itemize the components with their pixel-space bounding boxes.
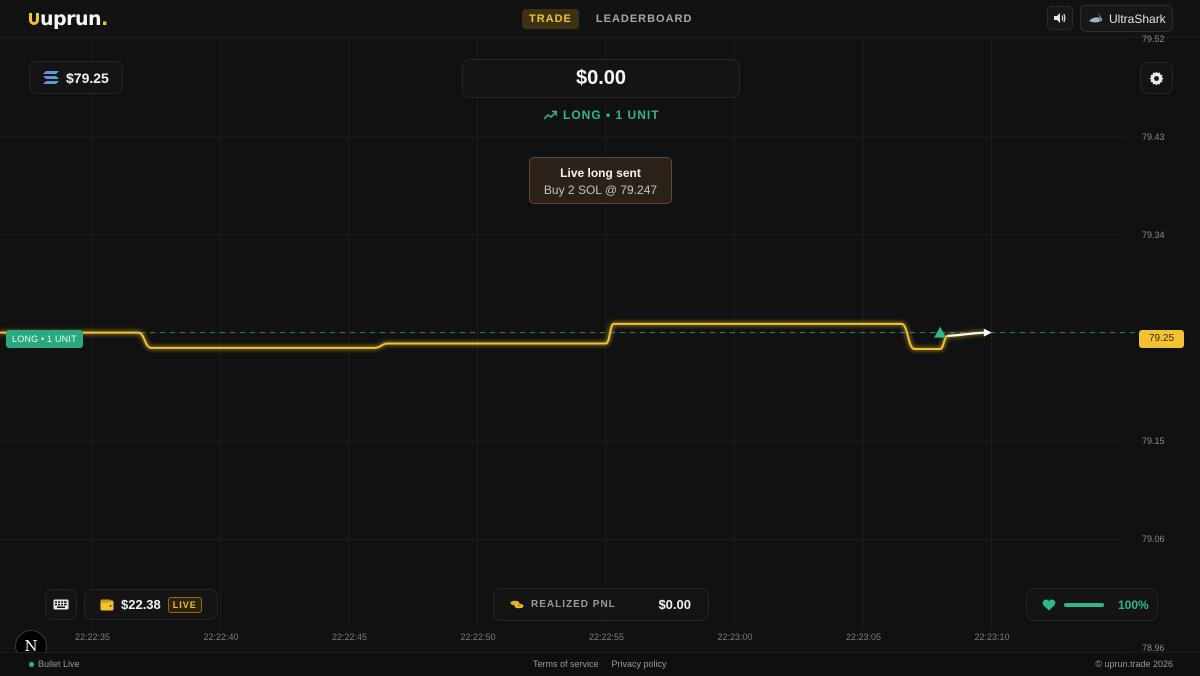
realized-pnl-label: REALIZED PNL [531,599,616,610]
speaker-icon [1054,13,1066,23]
gear-icon [1149,70,1164,86]
x-axis-tick-label: 22:23:00 [717,632,753,642]
y-axis-tick-label: 79.43 [1142,131,1165,142]
y-axis-tick-label: 79.34 [1142,229,1165,240]
x-axis-tick-label: 22:22:35 [75,632,111,642]
health-meter: 100% [1026,588,1158,621]
x-axis-tick-label: 22:22:40 [203,632,239,642]
health-bar [1064,602,1104,607]
realized-pnl-value: $0.00 [658,597,691,612]
unrealized-pnl-value: $0.00 [575,67,627,89]
logo-mark-icon [29,13,39,25]
logo-text: uprun [40,8,102,30]
main-nav: TRADE LEADERBOARD [522,9,699,29]
wallet-balance: $22.38 [121,597,161,612]
x-axis-tick-label: 22:22:45 [332,632,368,642]
keyboard-icon [53,599,69,610]
status-dot-icon [29,661,34,667]
y-axis-tick-label: 79.06 [1142,534,1165,545]
realized-pnl-box: REALIZED PNL $0.00 [493,588,709,621]
x-axis-tick-label: 22:22:50 [460,632,496,642]
x-axis-tick-label: 22:22:55 [589,632,625,642]
tab-trade[interactable]: TRADE [522,9,579,29]
y-axis-tick-label: 79.15 [1142,436,1165,447]
solana-icon [43,71,59,84]
trending-up-icon [543,110,557,120]
connection-status-text: Bullet Live [38,659,80,669]
keyboard-shortcuts-button[interactable] [45,589,77,620]
price-head-arrow-icon [983,328,992,337]
connection-status: Bullet Live [29,659,80,669]
footer-links: Terms of service Privacy policy [533,659,667,669]
settings-button[interactable] [1140,62,1173,94]
tab-leaderboard[interactable]: LEADERBOARD [589,9,700,29]
top-bar: uprun. TRADE LEADERBOARD UltraShark [0,0,1200,38]
toast-body: Buy 2 SOL @ 79.247 [543,183,658,197]
x-axis-tick-label: 22:23:05 [846,632,882,642]
y-axis-tick-label: 79.52 [1142,34,1165,44]
logo-dot: . [101,8,108,30]
asset-price-pill[interactable]: $79.25 [29,61,123,94]
unrealized-pnl-display: $0.00 [462,59,740,98]
shark-icon [1089,12,1103,22]
price-chart[interactable] [0,39,1200,651]
footer: Bullet Live Terms of service Privacy pol… [0,652,1200,676]
copyright: © uprun.trade 2026 [1095,659,1173,669]
toast-title: Live long sent [560,166,641,180]
health-value: 100% [1118,597,1149,612]
x-axis-tick-label: 22:23:10 [974,632,1010,642]
entry-position-tag: LONG • 1 UNIT [6,330,83,348]
current-price-tag: 79.25 [1139,330,1184,348]
position-label: LONG • 1 UNIT [543,108,660,122]
live-badge: LIVE [167,596,202,613]
heart-icon [1042,599,1056,610]
position-text: LONG • 1 UNIT [563,108,660,122]
asset-price: $79.25 [66,69,109,86]
coins-icon [510,600,524,609]
privacy-link[interactable]: Privacy policy [612,659,667,669]
sound-toggle-button[interactable] [1047,6,1073,30]
user-menu-button[interactable]: UltraShark [1080,5,1173,32]
health-bar-fill [1064,602,1104,607]
order-toast: Live long sent Buy 2 SOL @ 79.247 [529,157,672,204]
price-series-line [0,322,984,350]
terms-link[interactable]: Terms of service [533,659,599,669]
wallet-icon [100,599,114,610]
wallet-balance-pill[interactable]: $22.38 LIVE [84,589,218,620]
username: UltraShark [1109,11,1166,26]
logo[interactable]: uprun. [28,8,108,30]
